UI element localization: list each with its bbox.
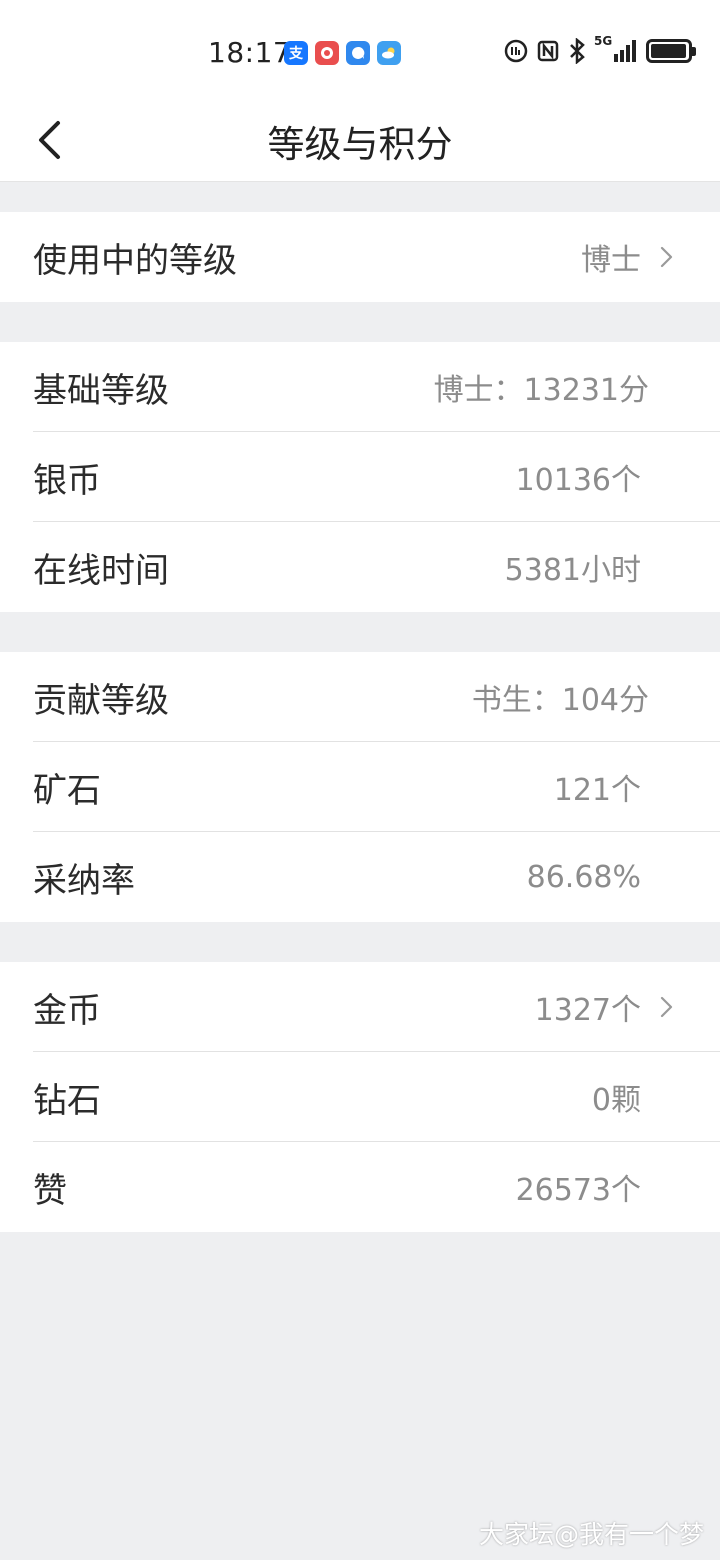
row-value: 10136个 — [515, 463, 641, 498]
contribution-level-row: 贡献等级 书生：104分 — [0, 652, 720, 742]
status-time: 18:17 — [208, 36, 292, 69]
silver-coin-row: 银币 10136个 — [0, 432, 720, 522]
alipay-icon: 支 — [284, 41, 308, 65]
watermark: 大家坛@我有一个梦 — [478, 1520, 704, 1549]
row-value: 26573个 — [515, 1173, 641, 1208]
row-label: 矿石 — [33, 770, 101, 811]
online-time-row: 在线时间 5381小时 — [0, 522, 720, 612]
ore-row: 矿石 121个 — [0, 742, 720, 832]
row-label: 使用中的等级 — [33, 240, 237, 281]
diamond-row: 钻石 0颗 — [0, 1052, 720, 1142]
bluetooth-icon — [570, 38, 585, 64]
system-icons: 5G — [504, 34, 696, 64]
notification-icons: 支 — [284, 41, 401, 65]
adoption-rate-row: 采纳率 86.68% — [0, 832, 720, 922]
status-bar: 18:17 支 5G — [0, 0, 720, 100]
signal-icon: 5G — [594, 34, 638, 64]
chat-app-icon — [346, 41, 370, 65]
row-value: 121个 — [553, 773, 641, 808]
row-label: 银币 — [33, 460, 101, 501]
row-value: 博士：13231分 — [433, 373, 649, 408]
row-label: 基础等级 — [33, 370, 169, 411]
weather-app-icon — [377, 41, 401, 65]
chevron-right-icon — [660, 246, 673, 268]
game-app-icon — [315, 41, 339, 65]
page-title: 等级与积分 — [267, 123, 453, 166]
contribution-level-section: 贡献等级 书生：104分 矿石 121个 采纳率 86.68% — [0, 652, 720, 922]
row-label: 采纳率 — [33, 860, 135, 901]
row-label: 贡献等级 — [33, 680, 169, 721]
row-value: 博士 — [581, 243, 641, 278]
battery-icon — [646, 39, 696, 63]
row-value: 书生：104分 — [471, 683, 649, 718]
currency-section: 金币 1327个 钻石 0颗 赞 26573个 — [0, 962, 720, 1232]
gold-coin-row[interactable]: 金币 1327个 — [0, 962, 720, 1052]
row-label: 在线时间 — [33, 550, 169, 591]
nfc-icon — [537, 40, 559, 62]
row-value: 86.68% — [526, 859, 641, 895]
chevron-right-icon — [660, 996, 673, 1018]
row-label: 赞 — [33, 1170, 67, 1211]
hd-call-icon — [504, 39, 528, 63]
row-value: 1327个 — [534, 993, 641, 1028]
row-label: 钻石 — [33, 1080, 101, 1121]
basic-level-section: 基础等级 博士：13231分 银币 10136个 在线时间 5381小时 — [0, 342, 720, 612]
basic-level-row: 基础等级 博士：13231分 — [0, 342, 720, 432]
nav-bar: 等级与积分 — [0, 100, 720, 182]
current-level-section: 使用中的等级 博士 — [0, 212, 720, 302]
row-value: 5381小时 — [504, 553, 641, 588]
row-label: 金币 — [33, 990, 101, 1031]
row-value: 0颗 — [591, 1083, 641, 1118]
current-level-row[interactable]: 使用中的等级 博士 — [0, 212, 720, 302]
likes-row: 赞 26573个 — [0, 1142, 720, 1232]
